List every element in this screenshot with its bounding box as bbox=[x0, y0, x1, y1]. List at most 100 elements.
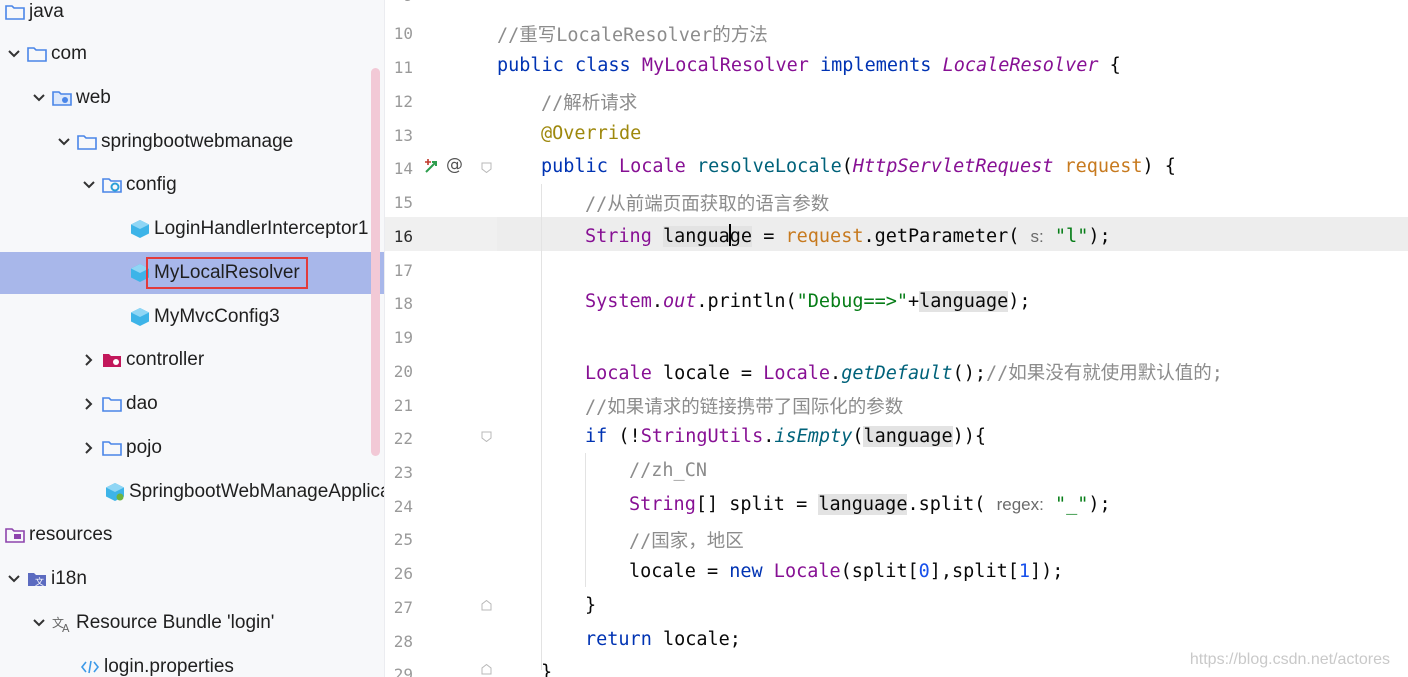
code-line-12[interactable]: //解析请求 bbox=[541, 89, 637, 115]
tree-item-label: web bbox=[76, 87, 111, 108]
code-line-27[interactable]: } bbox=[585, 595, 596, 616]
code-line-20[interactable]: Locale locale = Locale.getDefault();//如果… bbox=[585, 359, 1223, 385]
class-name: String bbox=[585, 226, 652, 247]
line-number: 21 bbox=[393, 396, 413, 415]
line-number: 10 bbox=[393, 24, 413, 43]
code-line-10[interactable]: //重写LocaleResolver的方法 bbox=[497, 21, 768, 47]
code-line-26[interactable]: locale = new Locale(split[0],split[1]); bbox=[629, 561, 1063, 582]
code-line-21[interactable]: //如果请求的链接携带了国际化的参数 bbox=[585, 393, 903, 419]
java-class-icon bbox=[130, 308, 150, 326]
line-number: 26 bbox=[393, 564, 413, 583]
line-number: 19 bbox=[393, 328, 413, 347]
parameter-hint: s: bbox=[1030, 227, 1044, 246]
tree-item-loginhandlerinterceptor1[interactable]: LoginHandlerInterceptor1 bbox=[0, 208, 384, 250]
chevron-down-icon[interactable] bbox=[6, 46, 22, 62]
code-line-11[interactable]: public class MyLocalResolver implements … bbox=[497, 55, 1121, 76]
fold-end-marker-icon[interactable] bbox=[481, 600, 492, 611]
tree-item-java[interactable]: java bbox=[0, 0, 384, 33]
tree-item-pojo[interactable]: pojo bbox=[0, 427, 384, 469]
number-literal: 0 bbox=[918, 561, 930, 582]
code-line-28[interactable]: return locale; bbox=[585, 629, 741, 650]
code-line-22[interactable]: if (!StringUtils.isEmpty(language)){ bbox=[585, 426, 986, 447]
tree-item-label: Resource Bundle 'login' bbox=[76, 612, 275, 633]
fold-marker-icon[interactable] bbox=[481, 431, 492, 442]
code-text: } bbox=[585, 595, 597, 616]
comment: //如果没有就使用默认值的; bbox=[986, 363, 1223, 384]
chevron-right-icon[interactable] bbox=[81, 396, 97, 412]
method-name: isEmpty bbox=[774, 426, 853, 447]
line-number-current: 16 bbox=[393, 227, 413, 246]
tree-item-springbootwebmanage[interactable]: springbootwebmanage bbox=[0, 121, 384, 163]
code-line-24[interactable]: String[] split = language.split( regex: … bbox=[629, 494, 1111, 515]
tree-item-label: controller bbox=[126, 349, 205, 370]
tree-item-label: MyMvcConfig3 bbox=[154, 306, 280, 327]
code-text: { bbox=[1098, 55, 1121, 76]
tree-item-resource-bundle-login[interactable]: 文A Resource Bundle 'login' bbox=[0, 602, 384, 644]
watermark: https://blog.csdn.net/actores bbox=[1189, 651, 1390, 668]
fold-end-marker-icon[interactable] bbox=[481, 664, 492, 675]
chevron-down-icon[interactable] bbox=[31, 615, 47, 631]
tree-item-resources[interactable]: resources bbox=[0, 514, 384, 556]
folder-icon bbox=[27, 45, 47, 63]
class-name: String bbox=[629, 494, 696, 515]
line-number: 22 bbox=[393, 429, 413, 448]
implements-method-gutter-icon[interactable] bbox=[423, 157, 441, 180]
line-number: 14 bbox=[393, 159, 413, 178]
tree-item-dao[interactable]: dao bbox=[0, 383, 384, 425]
code-line-13[interactable]: @Override bbox=[541, 123, 641, 144]
keyword: class bbox=[574, 55, 631, 76]
tree-item-label: login.properties bbox=[104, 656, 234, 677]
line-number: 13 bbox=[393, 126, 413, 145]
folder-icon bbox=[102, 395, 122, 413]
keyword: public bbox=[541, 156, 608, 177]
code-text: ],split[ bbox=[929, 561, 1019, 582]
code-line-29[interactable]: } bbox=[541, 662, 552, 677]
tree-item-com[interactable]: com bbox=[0, 33, 384, 75]
tree-scrollbar[interactable] bbox=[371, 68, 380, 456]
code-text: langua bbox=[662, 226, 730, 247]
tree-item-label: MyLocalResolver bbox=[146, 257, 308, 289]
code-text: (); bbox=[952, 363, 986, 384]
code-text: ); bbox=[1088, 226, 1111, 247]
line-number: 18 bbox=[393, 294, 413, 313]
code-line-25[interactable]: //国家，地区 bbox=[629, 527, 744, 553]
code-line-15[interactable]: //从前端页面获取的语言参数 bbox=[585, 190, 829, 216]
chevron-right-icon[interactable] bbox=[81, 440, 97, 456]
code-line-23[interactable]: //zh_CN bbox=[629, 460, 707, 481]
tree-item-web[interactable]: web bbox=[0, 77, 384, 119]
code-line-14[interactable]: public Locale resolveLocale(HttpServletR… bbox=[541, 156, 1176, 177]
folder-icon bbox=[5, 3, 25, 21]
controller-folder-icon bbox=[102, 351, 122, 369]
code-line-18[interactable]: System.out.println("Debug==>"+language); bbox=[585, 291, 1031, 312]
tree-item-label: i18n bbox=[51, 568, 87, 589]
class-name: System bbox=[585, 291, 652, 312]
chevron-down-icon[interactable] bbox=[81, 177, 97, 193]
tree-item-login-properties[interactable]: login.properties bbox=[0, 646, 384, 677]
tree-item-springbootwebmanageapplication[interactable]: SpringbootWebManageApplica bbox=[0, 471, 384, 513]
indent-guide bbox=[541, 184, 542, 670]
number-literal: 1 bbox=[1018, 561, 1030, 582]
resource-bundle-icon: 文A bbox=[52, 614, 72, 632]
parameter: request bbox=[1064, 156, 1143, 177]
keyword: implements bbox=[820, 55, 932, 76]
tree-item-controller[interactable]: controller bbox=[0, 339, 384, 381]
chevron-down-icon[interactable] bbox=[31, 90, 47, 106]
code-text: ]); bbox=[1030, 561, 1064, 582]
class-name: Locale bbox=[763, 363, 831, 384]
tree-item-mymvcconfig3[interactable]: MyMvcConfig3 bbox=[0, 296, 384, 338]
comment: //zh_CN bbox=[629, 460, 707, 481]
chevron-down-icon[interactable] bbox=[6, 571, 22, 587]
tree-item-mylocalresolver[interactable]: MyLocalResolver bbox=[0, 252, 384, 294]
keyword: return bbox=[585, 629, 652, 650]
code-editor[interactable]: 9 10 11 12 13 14 15 16 17 18 19 20 21 22… bbox=[385, 0, 1408, 677]
chevron-right-icon[interactable] bbox=[81, 352, 97, 368]
fold-marker-icon[interactable] bbox=[481, 162, 492, 173]
class-name: StringUtils bbox=[640, 426, 764, 447]
tree-item-config[interactable]: config bbox=[0, 164, 384, 206]
chevron-down-icon[interactable] bbox=[56, 134, 72, 150]
code-line-16[interactable]: String language = request.getParameter( … bbox=[585, 224, 1111, 247]
tree-item-i18n[interactable]: 文 i18n bbox=[0, 558, 384, 600]
code-text: ) { bbox=[1142, 156, 1176, 177]
override-at-icon[interactable]: @ bbox=[446, 155, 463, 175]
package-folder-icon bbox=[52, 89, 72, 107]
